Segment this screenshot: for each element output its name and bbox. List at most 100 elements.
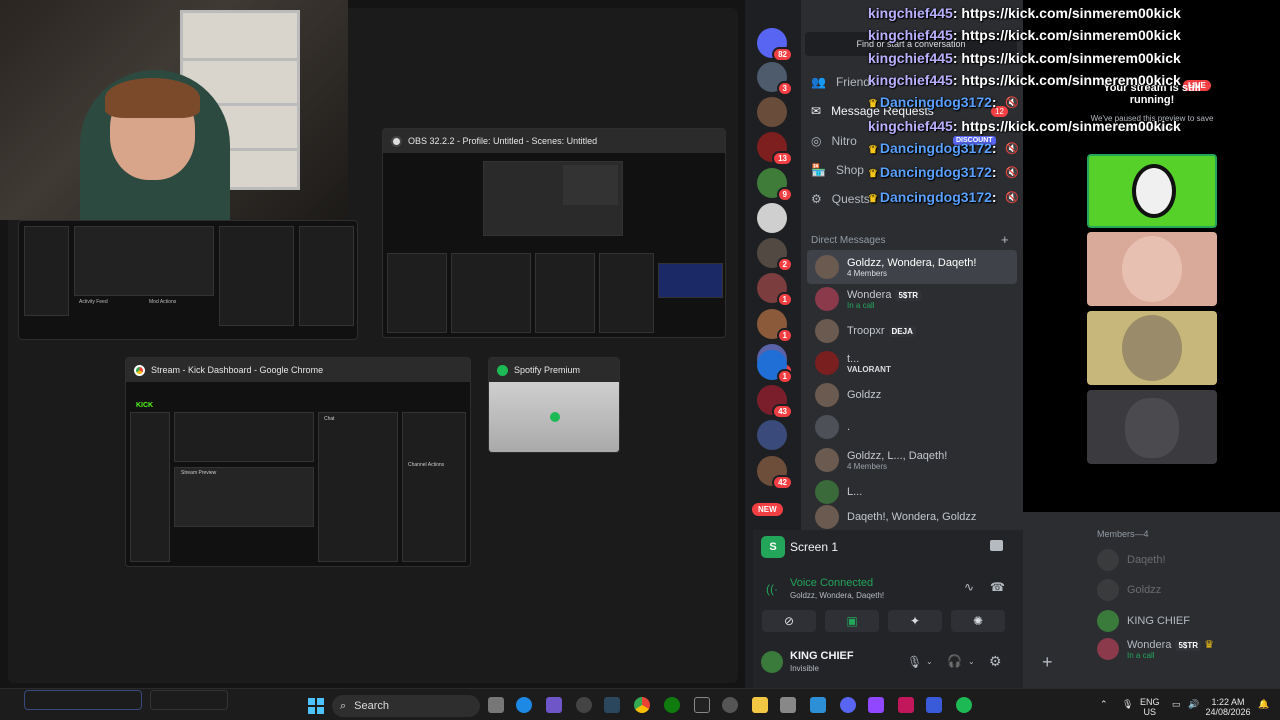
dm-item[interactable]: Goldzz, Wondera, Daqeth! 4 Members — [807, 250, 1017, 284]
language: ENG — [1140, 697, 1160, 707]
server-icon[interactable]: 13 — [757, 132, 793, 166]
server-badge: 1 — [776, 369, 793, 384]
dm-item[interactable]: . — [807, 410, 1017, 444]
window-thumb-dashboard[interactable]: Activity Feed Mod Actions — [18, 220, 358, 340]
dm-item[interactable]: Troopxr DEJA — [807, 314, 1017, 348]
app-icon[interactable] — [546, 697, 562, 713]
window-chrome-kick[interactable]: Stream - Kick Dashboard - Google Chrome … — [125, 357, 471, 567]
dm-item[interactable]: t... VALORANT — [807, 346, 1017, 380]
nav-label: Shop — [835, 163, 864, 177]
participant-tile[interactable] — [1087, 311, 1217, 385]
user-avatar[interactable] — [761, 651, 783, 673]
new-badge: NEW — [752, 503, 783, 516]
server-icon[interactable]: 1 — [757, 309, 793, 343]
participant-tile[interactable] — [1087, 154, 1217, 228]
headphones-icon[interactable]: 🎧 — [947, 654, 962, 668]
server-icon[interactable]: 2 — [757, 238, 793, 272]
shop-icon: 🏪 — [811, 163, 826, 177]
voice-status[interactable]: Voice Connected — [790, 577, 873, 589]
signal-icon[interactable]: ((· — [766, 582, 778, 596]
edge-icon[interactable] — [516, 697, 532, 713]
file-explorer-icon[interactable] — [752, 697, 768, 713]
app-icon[interactable] — [868, 697, 884, 713]
store-icon[interactable] — [780, 697, 796, 713]
server-icon[interactable]: 43 — [757, 385, 793, 419]
epic-games-icon[interactable] — [694, 697, 710, 713]
server-icon[interactable]: 3 — [757, 62, 793, 96]
chat-msg: https://kick.com/sinmerem00kick — [961, 50, 1181, 66]
user-name[interactable]: KING CHIEF — [790, 650, 854, 662]
discord-home-icon[interactable]: 82 — [757, 28, 793, 62]
microphone-icon[interactable]: 🎙 — [907, 655, 922, 669]
nav-shop[interactable]: 🏪 Shop — [811, 163, 864, 177]
desktop-thumb[interactable] — [24, 690, 142, 710]
server-icon[interactable] — [757, 97, 787, 127]
taskbar-search[interactable]: ⌕ Search — [332, 695, 480, 717]
activities-button[interactable]: ✦ — [888, 610, 942, 632]
server-icon[interactable]: 1 — [757, 350, 793, 384]
windows-start-icon[interactable] — [308, 698, 324, 714]
server-badge: 2 — [776, 257, 793, 272]
notification-bell-icon[interactable]: 🔔 — [1258, 699, 1269, 709]
dm-item[interactable]: Daqeth!, Wondera, Goldzz — [807, 504, 1017, 530]
add-dm-icon[interactable]: + — [1001, 232, 1009, 247]
server-icon[interactable]: 1 — [757, 273, 793, 307]
window-obs[interactable]: OBS 32.2.2 - Profile: Untitled - Scenes:… — [382, 128, 726, 338]
member-item[interactable]: Daqeth! — [1097, 549, 1166, 571]
app-icon[interactable] — [810, 697, 826, 713]
volume-icon[interactable]: 🔊 — [1188, 699, 1199, 709]
participant-tile[interactable] — [1087, 232, 1217, 306]
chrome-taskbar-icon[interactable] — [634, 697, 650, 713]
dm-item[interactable]: Wondera 5$TR In a call — [807, 282, 1017, 316]
stop-screen-icon[interactable] — [990, 540, 1003, 551]
camera-off-button[interactable]: ⊘ — [762, 610, 816, 632]
language-indicator[interactable]: ENG US — [1140, 697, 1160, 717]
nav-nitro[interactable]: ◎ Nitro — [811, 134, 857, 148]
chat-line: kingchief445: https://kick.com/sinmerem0… — [868, 27, 1181, 43]
network-icon[interactable]: ▭ — [1172, 699, 1181, 709]
microphone-tray-icon[interactable]: 🎙 — [1122, 699, 1133, 709]
thumb-chat: Chat — [324, 416, 335, 422]
server-icon[interactable] — [757, 420, 787, 450]
app-icon[interactable] — [926, 697, 942, 713]
noise-suppression-icon[interactable]: ∿ — [964, 580, 974, 594]
server-icon[interactable] — [757, 203, 787, 233]
task-view-icon[interactable] — [488, 697, 504, 713]
chat-line: ♛ Dancingdog3172: — [868, 164, 997, 180]
steam-icon[interactable] — [604, 697, 620, 713]
clock[interactable]: 1:22 AM 24/08/2026 — [1202, 697, 1254, 717]
member-item[interactable]: Goldzz — [1097, 579, 1161, 601]
dm-item[interactable]: Goldzz, L..., Daqeth! 4 Members — [807, 443, 1017, 477]
avatar — [815, 383, 839, 407]
server-badge: 9 — [776, 187, 793, 202]
dm-sub: In a call — [847, 300, 875, 310]
chevron-down-icon[interactable]: ⌄ — [926, 657, 933, 666]
xbox-icon[interactable] — [664, 697, 680, 713]
obs-taskbar-icon[interactable] — [576, 697, 592, 713]
nav-quests[interactable]: ⚙ Quests — [811, 192, 870, 206]
gear-icon[interactable]: ⚙ — [989, 653, 1002, 670]
member-item[interactable]: KING CHIEF — [1097, 610, 1190, 632]
disconnect-icon[interactable]: ☎ — [990, 580, 1005, 594]
add-icon[interactable]: + — [1042, 652, 1053, 673]
soundboard-button[interactable]: ✺ — [951, 610, 1005, 632]
dm-item[interactable]: Goldzz — [807, 378, 1017, 412]
server-badge: 1 — [776, 292, 793, 307]
member-item[interactable]: Wondera 5$TR ♛ In a call — [1097, 638, 1214, 660]
date: 24/08/2026 — [1205, 707, 1251, 717]
chevron-down-icon[interactable]: ⌄ — [968, 657, 975, 666]
window-spotify[interactable]: Spotify Premium — [488, 357, 620, 453]
mail-icon: ✉ — [811, 104, 822, 118]
discord-taskbar-icon[interactable] — [840, 697, 856, 713]
desktop-thumb[interactable] — [150, 690, 228, 710]
server-icon[interactable]: 9 — [757, 168, 793, 202]
share-screen-button[interactable]: ▣ — [825, 610, 879, 632]
app-icon[interactable] — [898, 697, 914, 713]
avatar — [815, 448, 839, 472]
chevron-up-icon[interactable]: ⌃ — [1100, 699, 1108, 709]
spotify-taskbar-icon[interactable] — [956, 697, 972, 713]
nav-friends[interactable]: 👥 Friends — [811, 75, 876, 89]
settings-icon[interactable] — [722, 697, 738, 713]
participant-tile[interactable] — [1087, 390, 1217, 464]
server-icon[interactable]: 42 — [757, 456, 793, 490]
